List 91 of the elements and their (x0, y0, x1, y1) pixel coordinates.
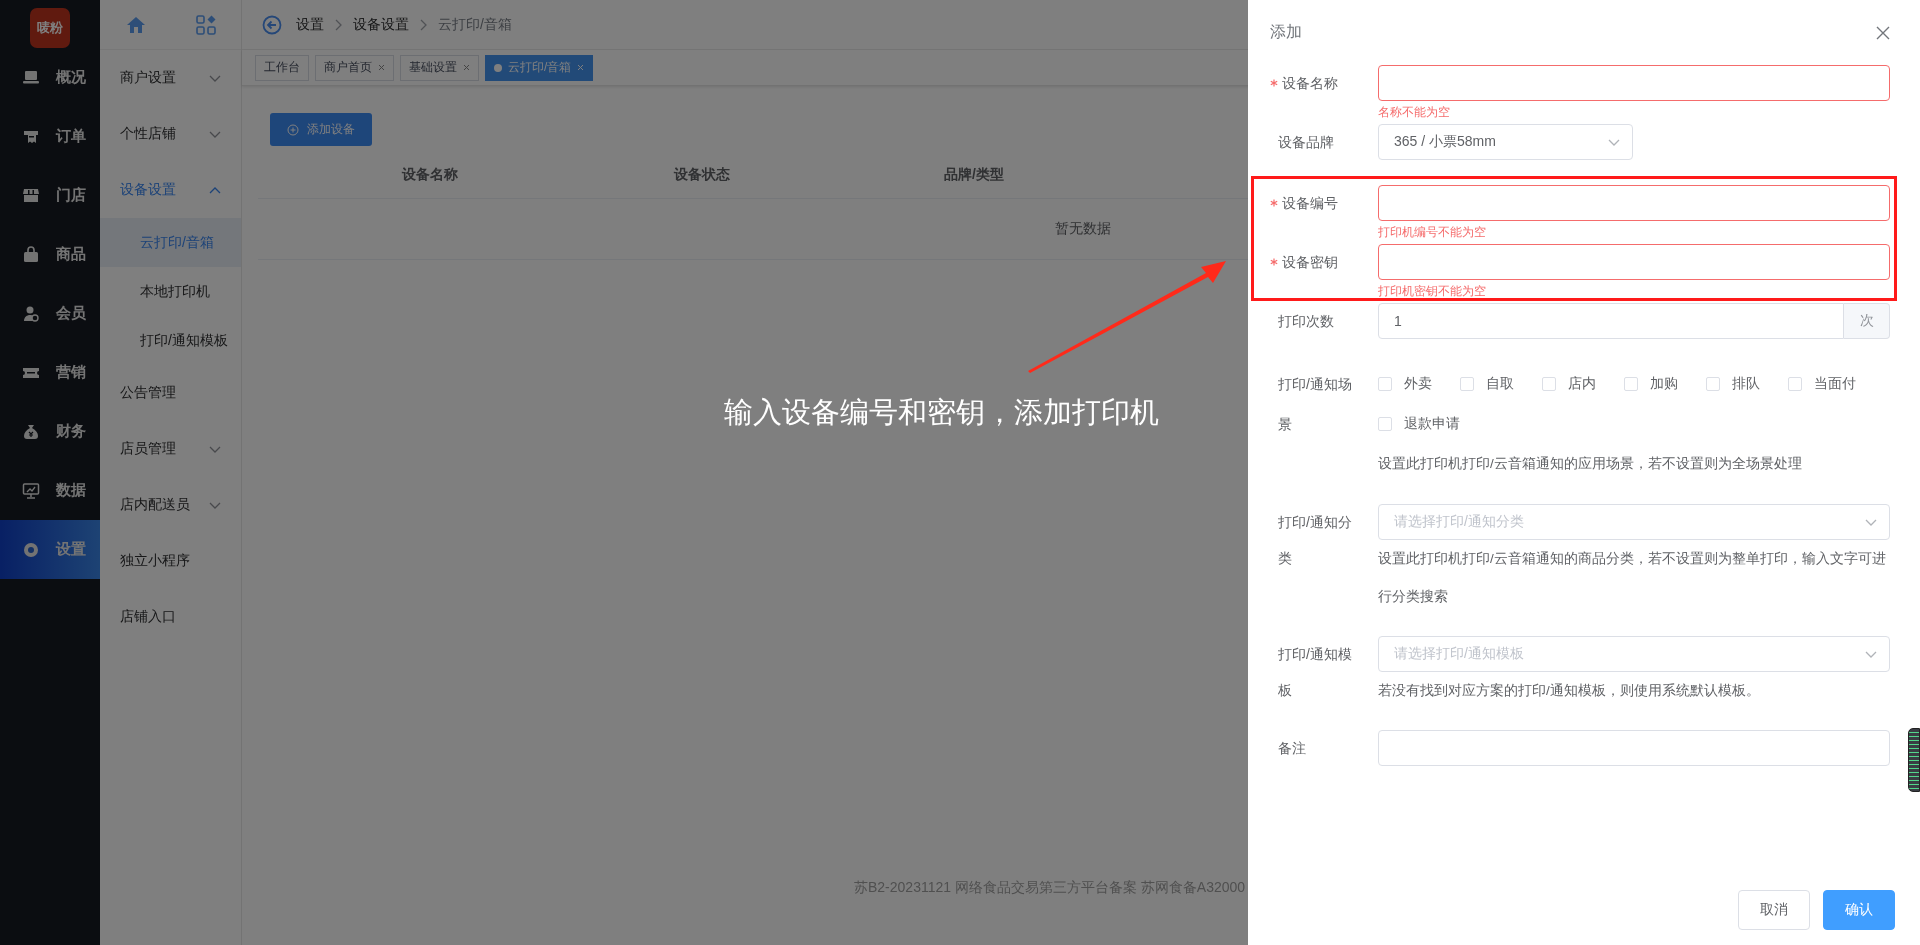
confirm-button[interactable]: 确认 (1823, 890, 1895, 930)
laptop-icon (22, 68, 40, 87)
close-icon[interactable] (1876, 25, 1890, 40)
chevron-down-icon (1608, 137, 1620, 147)
empty-message: 暂无数据 (1055, 220, 1111, 238)
nav-item[interactable]: 订单 (0, 107, 100, 166)
tab[interactable]: 基础设置 (400, 54, 479, 81)
menu-item[interactable]: 云打印/音箱 (100, 218, 241, 267)
tab[interactable]: 商户首页 (315, 54, 394, 81)
breadcrumb-item: 云打印/音箱 (438, 15, 512, 34)
checkbox-label: 店内 (1568, 375, 1596, 393)
checkbox-label: 外卖 (1404, 375, 1432, 393)
checkbox[interactable] (1706, 377, 1720, 391)
field-label: 打印/通知场景 (1278, 375, 1353, 434)
field-label: 打印/通知模板 (1278, 645, 1353, 700)
plus-circle-icon (287, 123, 299, 136)
field-label: 设备编号 (1282, 194, 1339, 213)
tab[interactable]: 工作台 (255, 54, 309, 81)
menu-item[interactable]: 本地打印机 (100, 267, 241, 316)
logo: 唛粉 (30, 8, 70, 48)
field-label: 打印/通知分类 (1278, 513, 1353, 568)
menu-item[interactable]: 公告管理 (100, 365, 241, 421)
user-icon (22, 304, 40, 323)
close-icon[interactable] (463, 64, 470, 71)
shopping-bag-icon (22, 245, 40, 264)
column-header: 品牌/类型 (943, 165, 1005, 184)
error-message: 名称不能为空 (1378, 104, 1451, 121)
field-label: 设备名称 (1282, 74, 1339, 93)
input-field[interactable] (1378, 185, 1890, 221)
breadcrumb-item[interactable]: 设置 (296, 15, 324, 34)
add-device-button[interactable]: 添加设备 (270, 113, 372, 146)
menu-group[interactable]: 店员管理 (100, 421, 241, 477)
nav-item[interactable]: 商品 (0, 225, 100, 284)
error-message: 打印机密钥不能为空 (1378, 283, 1487, 300)
input-field[interactable]: 1 (1378, 303, 1844, 339)
checkbox[interactable] (1624, 377, 1638, 391)
hint-text: 若没有找到对应方案的打印/通知模板，则使用系统默认模板。 (1378, 682, 1761, 700)
hint-text: 设置此打印机打印/云音箱通知的应用场景，若不设置则为全场景处理 (1378, 455, 1803, 473)
checkbox[interactable] (1378, 417, 1392, 431)
field-label: 备注 (1278, 739, 1307, 758)
nav-item[interactable]: 数据 (0, 461, 100, 520)
tab[interactable]: 云打印/音箱 (485, 54, 594, 81)
nav-item[interactable]: 会员 (0, 284, 100, 343)
status-dot (494, 63, 502, 72)
cancel-button[interactable]: 取消 (1738, 890, 1810, 930)
menu-group[interactable]: 个性店铺 (100, 106, 241, 162)
nav-item[interactable]: 设置 (0, 520, 100, 579)
side-handle[interactable] (1908, 728, 1920, 792)
select-field[interactable]: 365 / 小票58mm (1378, 124, 1633, 160)
nav-item[interactable]: 门店 (0, 166, 100, 225)
close-icon[interactable] (378, 64, 385, 71)
money-bag-icon (22, 422, 40, 441)
menu-group[interactable]: 店内配送员 (100, 477, 241, 533)
monitor-icon (22, 481, 40, 500)
input-field[interactable] (1378, 65, 1890, 101)
input-field[interactable] (1378, 244, 1890, 280)
chevron-down-icon (1865, 517, 1877, 527)
checkbox[interactable] (1460, 377, 1474, 391)
checkbox-label: 退款申请 (1404, 415, 1460, 433)
menu-item[interactable]: 店铺入口 (100, 589, 241, 645)
checkbox-label: 当面付 (1814, 375, 1856, 393)
error-message: 打印机编号不能为空 (1378, 224, 1487, 241)
menu-item[interactable]: 独立小程序 (100, 533, 241, 589)
shop-icon (22, 186, 40, 205)
nav-item[interactable]: 概况 (0, 48, 100, 107)
settings-icon (22, 540, 40, 559)
checkbox[interactable] (1378, 377, 1392, 391)
chevron-right-icon (419, 18, 428, 31)
checkbox-label: 加购 (1650, 375, 1678, 393)
chevron-right-icon (334, 18, 343, 31)
nav-item[interactable]: 财务 (0, 402, 100, 461)
column-header: 设备状态 (672, 165, 731, 184)
apps-icon (196, 14, 217, 35)
hint-text: 设置此打印机打印/云音箱通知的商品分类，若不设置则为整单打印，输入文字可进行分类搜索 (1378, 550, 1887, 606)
annotation-text: 输入设备编号和密钥，添加打印机 (724, 395, 1159, 430)
breadcrumb-item[interactable]: 设备设置 (353, 15, 409, 34)
column-header: 设备名称 (400, 165, 459, 184)
checkbox[interactable] (1542, 377, 1556, 391)
menu-group[interactable]: 设备设置 (100, 162, 241, 218)
menu-group[interactable]: 商户设置 (100, 50, 241, 106)
unit-suffix: 次 (1844, 303, 1890, 339)
drawer-title: 添加 (1270, 22, 1302, 42)
chevron-down-icon (1865, 649, 1877, 659)
field-label: 设备品牌 (1278, 133, 1335, 152)
field-label: 设备密钥 (1282, 253, 1339, 272)
checkbox[interactable] (1788, 377, 1802, 391)
checkbox-label: 排队 (1732, 375, 1760, 393)
field-label: 打印次数 (1278, 312, 1335, 331)
nav-item[interactable]: 营销 (0, 343, 100, 402)
menu-item[interactable]: 打印/通知模板 (100, 316, 241, 365)
checkbox-label: 自取 (1486, 375, 1514, 393)
